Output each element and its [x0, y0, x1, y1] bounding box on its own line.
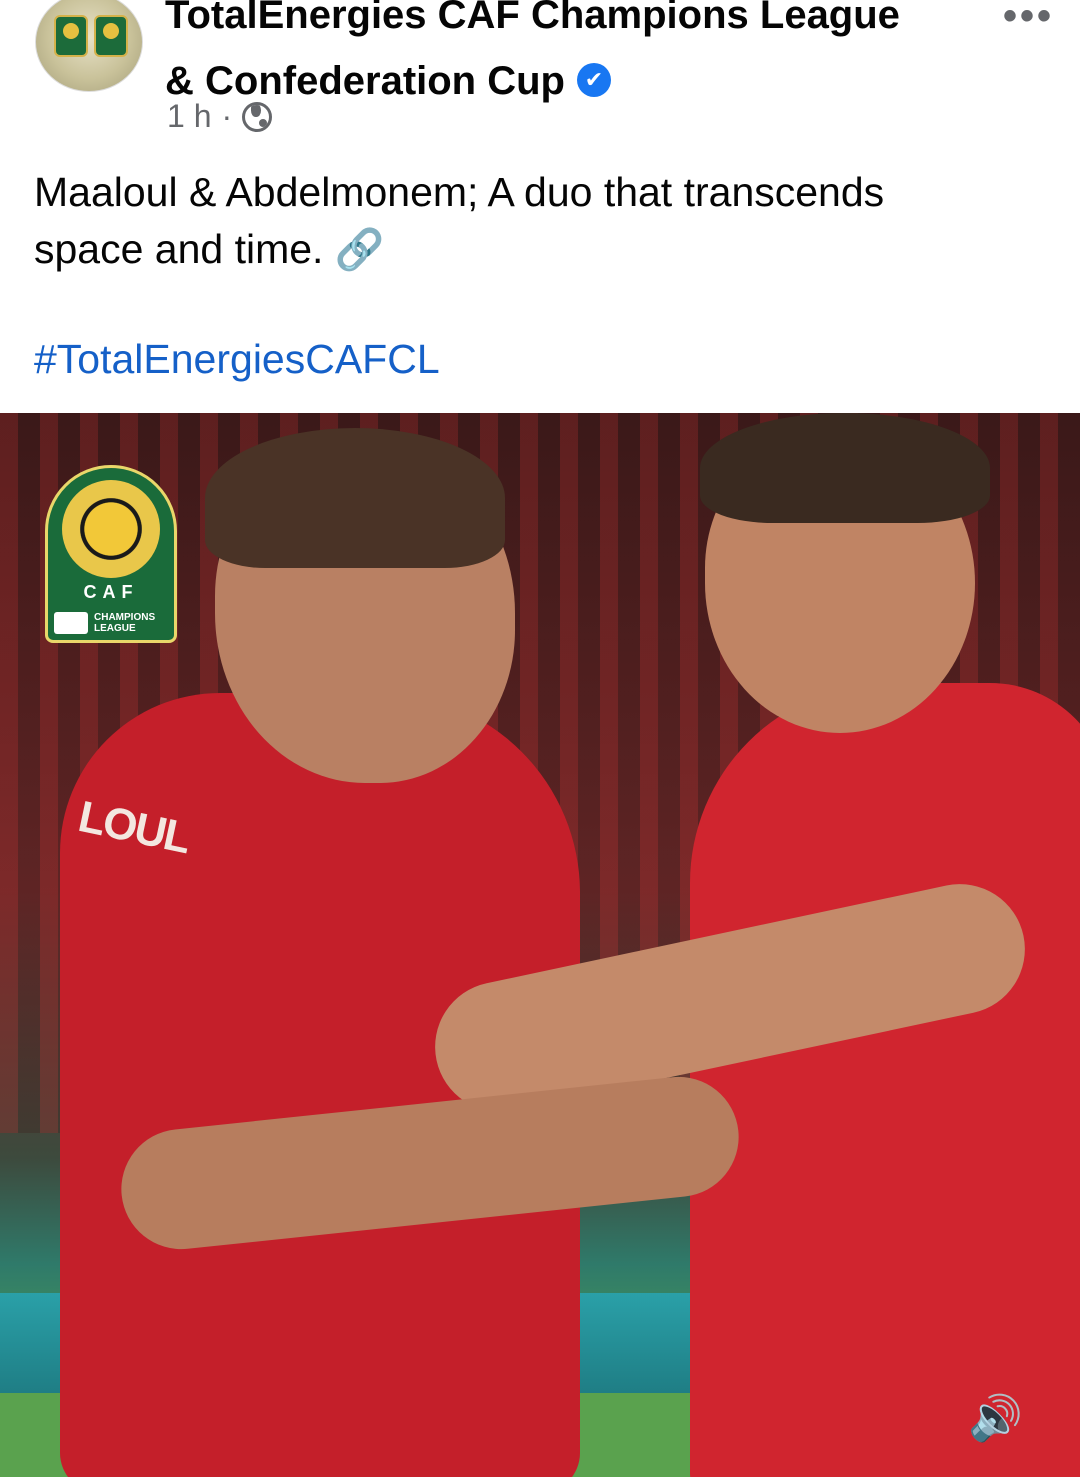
- competition-line-2: LEAGUE: [94, 623, 136, 634]
- page-name-line-2-text[interactable]: & Confederation Cup: [165, 59, 565, 103]
- competition-label: CHAMPIONS LEAGUE: [54, 608, 168, 638]
- hashtag-link[interactable]: #TotalEnergiesCAFCL: [34, 336, 440, 383]
- meta-separator: ·: [221, 98, 233, 134]
- verified-badge-icon: ✔: [576, 63, 611, 98]
- trophy-emblem-icon: [62, 480, 160, 578]
- more-options-icon[interactable]: •••: [1003, 0, 1054, 39]
- post-text-line-2: space and time.: [34, 226, 324, 272]
- avatar-badge-right: [94, 15, 128, 57]
- competition-name: CHAMPIONS LEAGUE: [94, 612, 155, 634]
- page-avatar[interactable]: [35, 0, 143, 92]
- totalenergies-logo-icon: [54, 612, 88, 634]
- page-name-line-1[interactable]: TotalEnergies CAF Champions League: [165, 0, 965, 48]
- globe-icon[interactable]: [242, 101, 273, 132]
- page-name-line-2[interactable]: & Confederation Cup ✔: [165, 48, 965, 114]
- competition-line-1: CHAMPIONS: [94, 612, 156, 623]
- post-text: Maaloul & Abdelmonem; A duo that transce…: [34, 164, 1034, 279]
- link-icon: 🔗: [334, 228, 385, 272]
- volume-icon[interactable]: 🔊: [968, 1391, 1028, 1447]
- post-meta: 1 h ·: [167, 98, 273, 135]
- player-right-jersey: [690, 683, 1080, 1477]
- avatar-badge-left: [54, 15, 88, 57]
- caf-logo-text: CAF: [83, 582, 139, 602]
- post-time[interactable]: 1 h: [167, 98, 211, 135]
- post-video[interactable]: LOUL CAF CHAMPIONS LEAGUE 🔊: [0, 413, 1080, 1477]
- player-left-hair: [205, 428, 505, 568]
- post-text-line-1: Maaloul & Abdelmonem; A duo that transce…: [34, 169, 885, 215]
- page-name[interactable]: TotalEnergies CAF Champions League & Con…: [165, 0, 965, 114]
- player-right-hair: [700, 413, 990, 523]
- caf-champions-league-logo: CAF CHAMPIONS LEAGUE: [45, 465, 177, 643]
